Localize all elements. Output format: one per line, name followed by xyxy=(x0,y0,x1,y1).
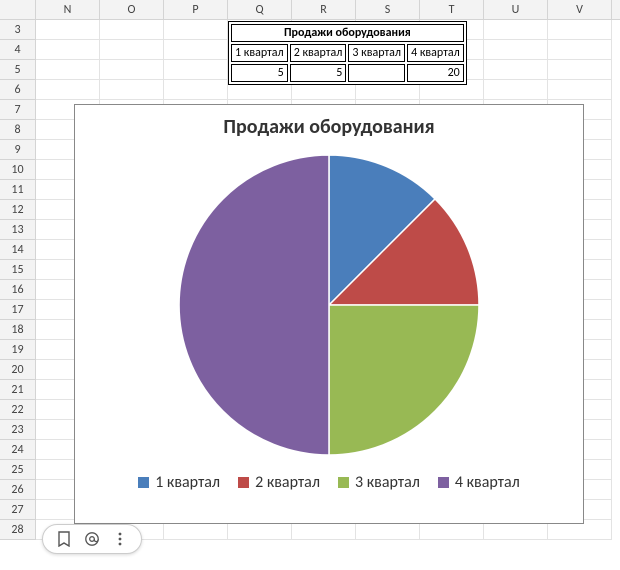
row-header[interactable]: 11 xyxy=(0,180,36,200)
legend-label: 1 квартал xyxy=(155,473,220,492)
table-value-row: 5 5 20 xyxy=(231,64,464,82)
pie-chart xyxy=(169,145,489,465)
cell[interactable] xyxy=(548,60,612,80)
row-header[interactable]: 22 xyxy=(0,400,36,420)
row-header[interactable]: 25 xyxy=(0,460,36,480)
row-header[interactable]: 16 xyxy=(0,280,36,300)
row-header[interactable]: 15 xyxy=(0,260,36,280)
row-header[interactable]: 17 xyxy=(0,300,36,320)
cell[interactable] xyxy=(100,80,164,100)
row-header[interactable]: 4 xyxy=(0,40,36,60)
legend-item[interactable]: 3 квартал xyxy=(338,473,420,492)
table-value-cell[interactable] xyxy=(348,64,405,82)
cell[interactable] xyxy=(484,60,548,80)
data-table[interactable]: Продажи оборудования 1 квартал 2 квартал… xyxy=(228,21,467,85)
spreadsheet-viewport: NOPQRSTUV 345678910111213141516171819202… xyxy=(0,0,620,570)
column-header[interactable]: N xyxy=(36,0,100,19)
table-title-cell[interactable]: Продажи оборудования xyxy=(231,24,464,42)
cell[interactable] xyxy=(36,40,100,60)
column-header[interactable]: O xyxy=(100,0,164,19)
legend-item[interactable]: 2 квартал xyxy=(238,473,320,492)
cell[interactable] xyxy=(484,40,548,60)
table-header-cell[interactable]: 4 квартал xyxy=(407,44,464,62)
row-header[interactable]: 8 xyxy=(0,120,36,140)
cell[interactable] xyxy=(36,60,100,80)
legend-label: 2 квартал xyxy=(255,473,320,492)
row-header[interactable]: 21 xyxy=(0,380,36,400)
row-header[interactable]: 13 xyxy=(0,220,36,240)
floating-toolbar xyxy=(42,524,142,554)
column-header[interactable]: S xyxy=(356,0,420,19)
cell[interactable] xyxy=(548,80,612,100)
row-header[interactable]: 7 xyxy=(0,100,36,120)
row-header[interactable]: 14 xyxy=(0,240,36,260)
legend-swatch xyxy=(138,477,149,488)
pie-wrap xyxy=(75,145,583,465)
cell[interactable] xyxy=(484,80,548,100)
row-header[interactable]: 5 xyxy=(0,60,36,80)
row-header[interactable]: 20 xyxy=(0,360,36,380)
cell[interactable] xyxy=(36,20,100,40)
column-header-row: NOPQRSTUV xyxy=(0,0,620,20)
chart-legend: 1 квартал 2 квартал 3 квартал 4 квартал xyxy=(75,473,583,492)
table-header-cell[interactable]: 2 квартал xyxy=(290,44,347,62)
column-header[interactable]: T xyxy=(420,0,484,19)
cell[interactable] xyxy=(100,20,164,40)
cell[interactable] xyxy=(100,60,164,80)
row-header[interactable]: 28 xyxy=(0,520,36,540)
cell[interactable] xyxy=(484,20,548,40)
table-value-cell[interactable]: 20 xyxy=(407,64,464,82)
row-header[interactable]: 6 xyxy=(0,80,36,100)
row-header[interactable]: 9 xyxy=(0,140,36,160)
row-header[interactable]: 19 xyxy=(0,340,36,360)
bookmark-icon[interactable] xyxy=(55,530,73,548)
cell[interactable] xyxy=(100,40,164,60)
cell[interactable] xyxy=(164,40,228,60)
cell[interactable] xyxy=(164,20,228,40)
column-header[interactable]: R xyxy=(292,0,356,19)
table-value-cell[interactable]: 5 xyxy=(231,64,288,82)
table-header-row: 1 квартал 2 квартал 3 квартал 4 квартал xyxy=(231,44,464,62)
legend-item[interactable]: 4 квартал xyxy=(438,473,520,492)
chart-container[interactable]: Продажи оборудования 1 квартал 2 квартал 3… xyxy=(74,104,584,524)
cell[interactable] xyxy=(164,80,228,100)
row-header[interactable]: 12 xyxy=(0,200,36,220)
pie-slice[interactable] xyxy=(179,155,329,455)
legend-item[interactable]: 1 квартал xyxy=(138,473,220,492)
legend-swatch xyxy=(338,477,349,488)
table-header-cell[interactable]: 1 квартал xyxy=(231,44,288,62)
cell[interactable] xyxy=(548,20,612,40)
row-header[interactable]: 27 xyxy=(0,500,36,520)
pie-slice[interactable] xyxy=(329,305,479,455)
legend-swatch xyxy=(438,477,449,488)
table-value-cell[interactable]: 5 xyxy=(290,64,347,82)
cell[interactable] xyxy=(36,80,100,100)
column-header[interactable]: U xyxy=(484,0,548,19)
legend-label: 4 квартал xyxy=(455,473,520,492)
row-header[interactable]: 24 xyxy=(0,440,36,460)
row-header[interactable]: 23 xyxy=(0,420,36,440)
more-icon[interactable] xyxy=(111,530,129,548)
select-all-corner[interactable] xyxy=(0,0,36,19)
table-header-cell[interactable]: 3 квартал xyxy=(348,44,405,62)
column-header[interactable]: Q xyxy=(228,0,292,19)
mention-icon[interactable] xyxy=(83,530,101,548)
cell[interactable] xyxy=(164,60,228,80)
row-header[interactable]: 26 xyxy=(0,480,36,500)
legend-swatch xyxy=(238,477,249,488)
legend-label: 3 квартал xyxy=(355,473,420,492)
column-header[interactable]: P xyxy=(164,0,228,19)
row-header[interactable]: 10 xyxy=(0,160,36,180)
cell[interactable] xyxy=(548,40,612,60)
row-header[interactable]: 3 xyxy=(0,20,36,40)
chart-title: Продажи оборудования xyxy=(75,115,583,139)
row-header[interactable]: 18 xyxy=(0,320,36,340)
column-header[interactable]: V xyxy=(548,0,612,19)
